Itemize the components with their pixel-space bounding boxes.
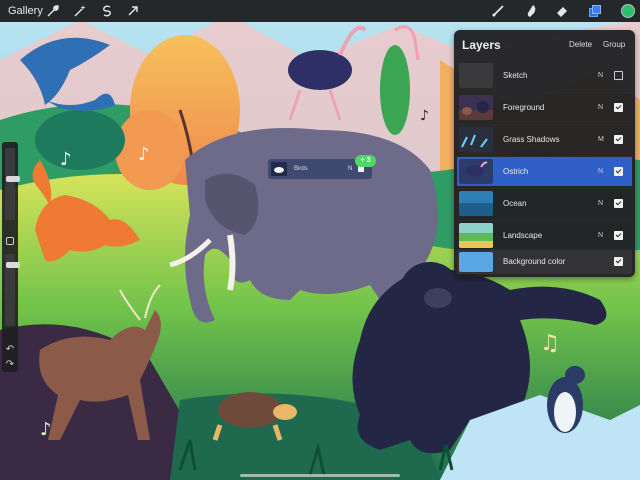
layer-name: Ostrich — [503, 167, 529, 176]
brush-sidebar: ↶ ↷ — [2, 142, 20, 372]
visibility-checkbox[interactable] — [614, 135, 623, 144]
transform-arrow-icon[interactable] — [124, 0, 142, 22]
layers-icon[interactable] — [586, 0, 604, 22]
home-indicator — [240, 474, 400, 477]
dragged-layer-mode: N — [348, 166, 353, 172]
visibility-checkbox[interactable] — [614, 231, 623, 240]
group-button[interactable]: Group — [603, 40, 625, 49]
visibility-checkbox[interactable] — [614, 71, 623, 80]
blend-mode[interactable]: N — [598, 221, 603, 250]
svg-text:♪: ♪ — [40, 419, 52, 440]
brush-size-slider[interactable] — [5, 148, 20, 220]
layer-row-grass-shadows[interactable]: Grass Shadows M — [457, 124, 632, 154]
layer-row-ocean[interactable]: Ocean N — [457, 188, 632, 218]
layer-thumbnail — [459, 127, 493, 152]
layer-thumbnail — [459, 159, 493, 184]
layer-name: Landscape — [503, 231, 543, 240]
svg-text:♪: ♪ — [420, 108, 429, 124]
layer-row-sketch[interactable]: Sketch N — [457, 60, 632, 90]
magic-wand-icon[interactable] — [71, 0, 89, 22]
opacity-thumb[interactable] — [6, 262, 20, 268]
eraser-icon[interactable] — [553, 0, 571, 22]
undo-icon[interactable]: ↶ — [4, 344, 16, 356]
blend-mode[interactable]: N — [598, 157, 603, 186]
selection-icon[interactable] — [98, 0, 116, 22]
layers-panel: Layers Delete Group Sketch N Foreground … — [454, 30, 635, 277]
redo-icon[interactable]: ↷ — [4, 359, 16, 371]
svg-text:♫: ♫ — [540, 331, 560, 356]
layer-name: Grass Shadows — [503, 135, 560, 144]
layer-row-background-color[interactable]: Background color — [457, 249, 632, 274]
layer-name: Foreground — [503, 103, 545, 112]
layer-name: Sketch — [503, 71, 528, 80]
gallery-button[interactable]: Gallery — [8, 0, 43, 22]
visibility-checkbox[interactable] — [614, 103, 623, 112]
top-toolbar: Gallery — [0, 0, 640, 22]
opacity-slider[interactable] — [5, 254, 20, 326]
layer-row-ostrich[interactable]: Ostrich N — [457, 156, 632, 186]
blend-mode[interactable]: N — [598, 93, 603, 122]
layer-thumbnail — [459, 95, 493, 120]
layer-name: Background color — [503, 257, 566, 266]
delete-button[interactable]: Delete — [569, 40, 592, 49]
dragged-layer-name: Birds — [294, 166, 308, 172]
brush-size-thumb[interactable] — [6, 176, 20, 182]
visibility-checkbox[interactable] — [614, 257, 623, 266]
layer-thumbnail — [459, 223, 493, 248]
blend-mode[interactable]: N — [598, 189, 603, 218]
brush-icon[interactable] — [489, 0, 507, 22]
layer-thumbnail — [459, 191, 493, 216]
drag-count-badge: + 3 — [355, 155, 376, 167]
svg-text:♪: ♪ — [138, 144, 150, 165]
visibility-checkbox[interactable] — [614, 167, 623, 176]
blend-mode[interactable]: N — [598, 61, 603, 90]
layers-panel-title: Layers — [462, 38, 501, 52]
layer-name: Ocean — [503, 199, 527, 208]
svg-text:♪: ♪ — [60, 149, 72, 170]
layer-thumbnail — [459, 63, 493, 88]
layer-row-landscape[interactable]: Landscape N — [457, 220, 632, 250]
blend-mode[interactable]: M — [598, 125, 604, 154]
color-picker-swatch[interactable] — [621, 4, 635, 18]
wrench-icon[interactable] — [44, 0, 62, 22]
layer-row-foreground[interactable]: Foreground N — [457, 92, 632, 122]
smudge-icon[interactable] — [522, 0, 540, 22]
visibility-checkbox[interactable] — [614, 199, 623, 208]
eyedropper-square-icon[interactable] — [6, 237, 14, 245]
background-color-swatch — [459, 252, 493, 272]
dragged-layer-thumbnail — [271, 162, 287, 176]
